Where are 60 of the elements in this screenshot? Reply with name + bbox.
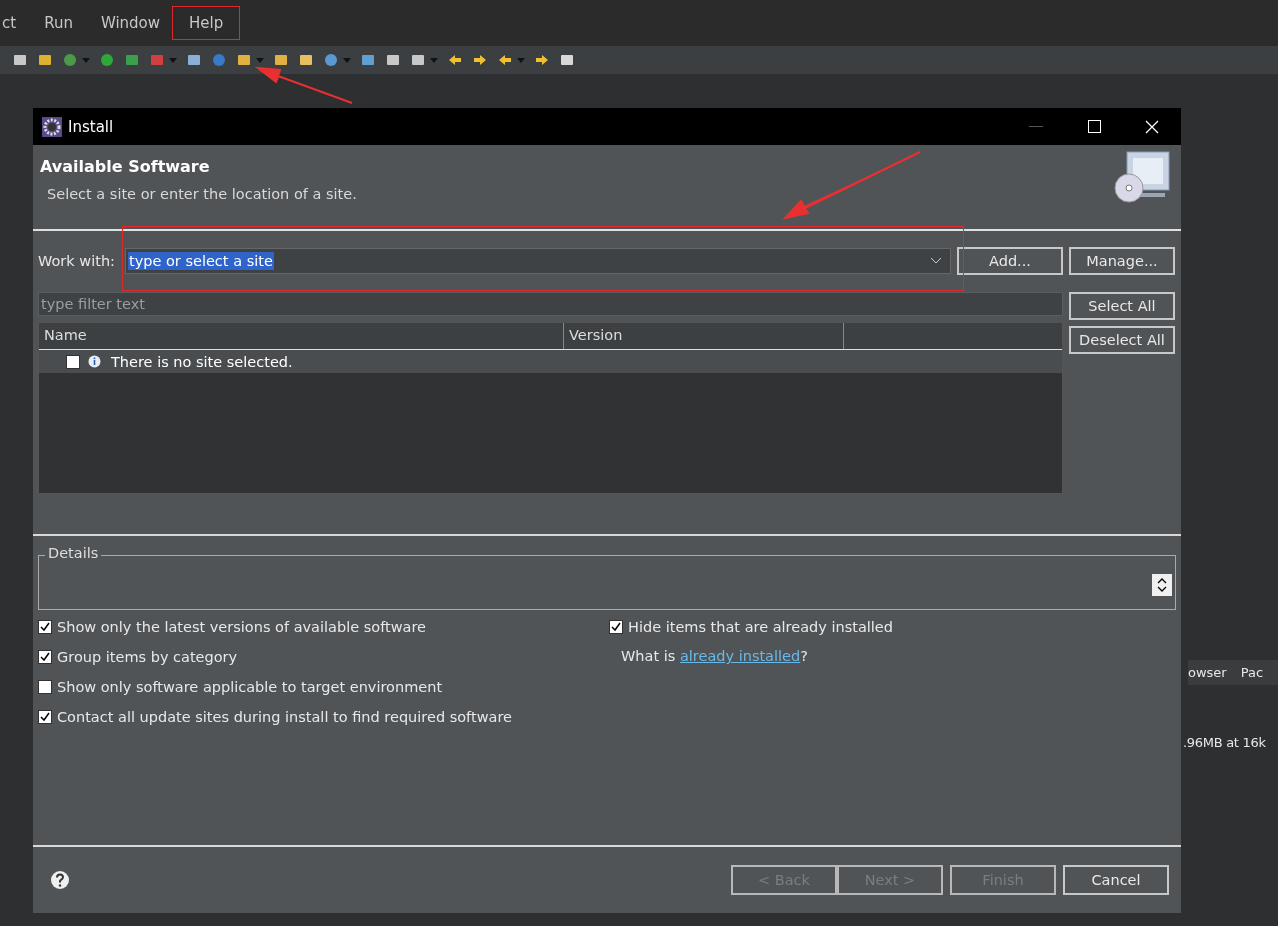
toolbar-icon[interactable] bbox=[37, 52, 53, 68]
wizard-button[interactable]: Cancel bbox=[1063, 865, 1169, 895]
chevron-down-icon bbox=[930, 257, 942, 265]
minimize-icon bbox=[1029, 125, 1043, 128]
checkbox-label: Hide items that are already installed bbox=[628, 619, 893, 635]
installed-info-text: What is already installed? bbox=[621, 648, 809, 664]
checkbox[interactable] bbox=[38, 680, 52, 694]
toolbar-icon[interactable] bbox=[534, 52, 550, 68]
toolbar-icon[interactable] bbox=[273, 52, 289, 68]
checkbox-label: Group items by category bbox=[57, 649, 238, 665]
toolbar-icon[interactable] bbox=[447, 52, 463, 68]
window-title: Install bbox=[68, 117, 114, 136]
toolbar-icon[interactable] bbox=[298, 52, 314, 68]
toolbar-icon[interactable] bbox=[385, 52, 401, 68]
gear-icon bbox=[42, 116, 62, 137]
toolbar-icon[interactable] bbox=[62, 52, 90, 68]
scroll-spinner[interactable] bbox=[1152, 574, 1172, 596]
menu-item[interactable]: ct bbox=[0, 10, 19, 36]
dialog-button[interactable]: Deselect All bbox=[1069, 326, 1175, 354]
column-header[interactable]: Version bbox=[564, 323, 844, 349]
toolbar-icon[interactable] bbox=[12, 52, 28, 68]
menu-item[interactable]: Window bbox=[98, 10, 163, 36]
spinner-arrows-icon bbox=[1157, 578, 1167, 592]
page-description: Select a site or enter the location of a site. bbox=[46, 186, 358, 202]
column-header[interactable]: Name bbox=[39, 323, 564, 349]
page-heading: Available Software bbox=[40, 157, 211, 176]
dialog-button[interactable]: Add... bbox=[957, 247, 1063, 275]
toolbar-icon[interactable] bbox=[186, 52, 202, 68]
toolbar-icon[interactable] bbox=[497, 52, 525, 68]
menu-item[interactable]: Run bbox=[42, 10, 75, 36]
close-icon bbox=[1145, 119, 1159, 134]
details-label: Details bbox=[45, 545, 102, 561]
info-icon bbox=[88, 355, 101, 368]
filter-field[interactable]: type filter text bbox=[38, 292, 1063, 316]
checkbox-label: Show only software applicable to target environment bbox=[57, 679, 443, 695]
toolbar-icon[interactable] bbox=[472, 52, 488, 68]
dialog-button[interactable]: Select All bbox=[1069, 292, 1175, 320]
menu-item[interactable]: Help bbox=[187, 10, 226, 36]
checkbox[interactable] bbox=[38, 620, 52, 634]
view-tab[interactable]: owser bbox=[1188, 665, 1227, 680]
maximize-icon bbox=[1087, 120, 1101, 133]
work-with-label: Work with: bbox=[38, 253, 116, 269]
site-combo-box[interactable]: type or select a site bbox=[125, 248, 951, 274]
checkbox[interactable] bbox=[609, 620, 623, 634]
checkbox[interactable] bbox=[38, 650, 52, 664]
dialog-button[interactable]: Manage... bbox=[1069, 247, 1175, 275]
checkbox[interactable] bbox=[66, 354, 80, 369]
view-tab[interactable]: Pac bbox=[1240, 665, 1264, 680]
progress-text: .96MB at 16k bbox=[1183, 735, 1266, 750]
table-row[interactable]: There is no site selected. bbox=[39, 350, 1062, 373]
checkbox-label: Show only the latest versions of available software bbox=[57, 619, 426, 635]
help-icon[interactable] bbox=[50, 870, 70, 890]
toolbar-icon[interactable] bbox=[323, 52, 351, 68]
row-text: There is no site selected. bbox=[111, 353, 293, 370]
already-installed-link[interactable]: already installed bbox=[679, 648, 801, 664]
toolbar-icon[interactable] bbox=[410, 52, 438, 68]
toolbar-icon[interactable] bbox=[236, 52, 264, 68]
checkbox[interactable] bbox=[38, 710, 52, 724]
checkbox-label: Contact all update sites during install to find required software bbox=[57, 709, 512, 725]
toolbar-icon[interactable] bbox=[559, 52, 575, 68]
